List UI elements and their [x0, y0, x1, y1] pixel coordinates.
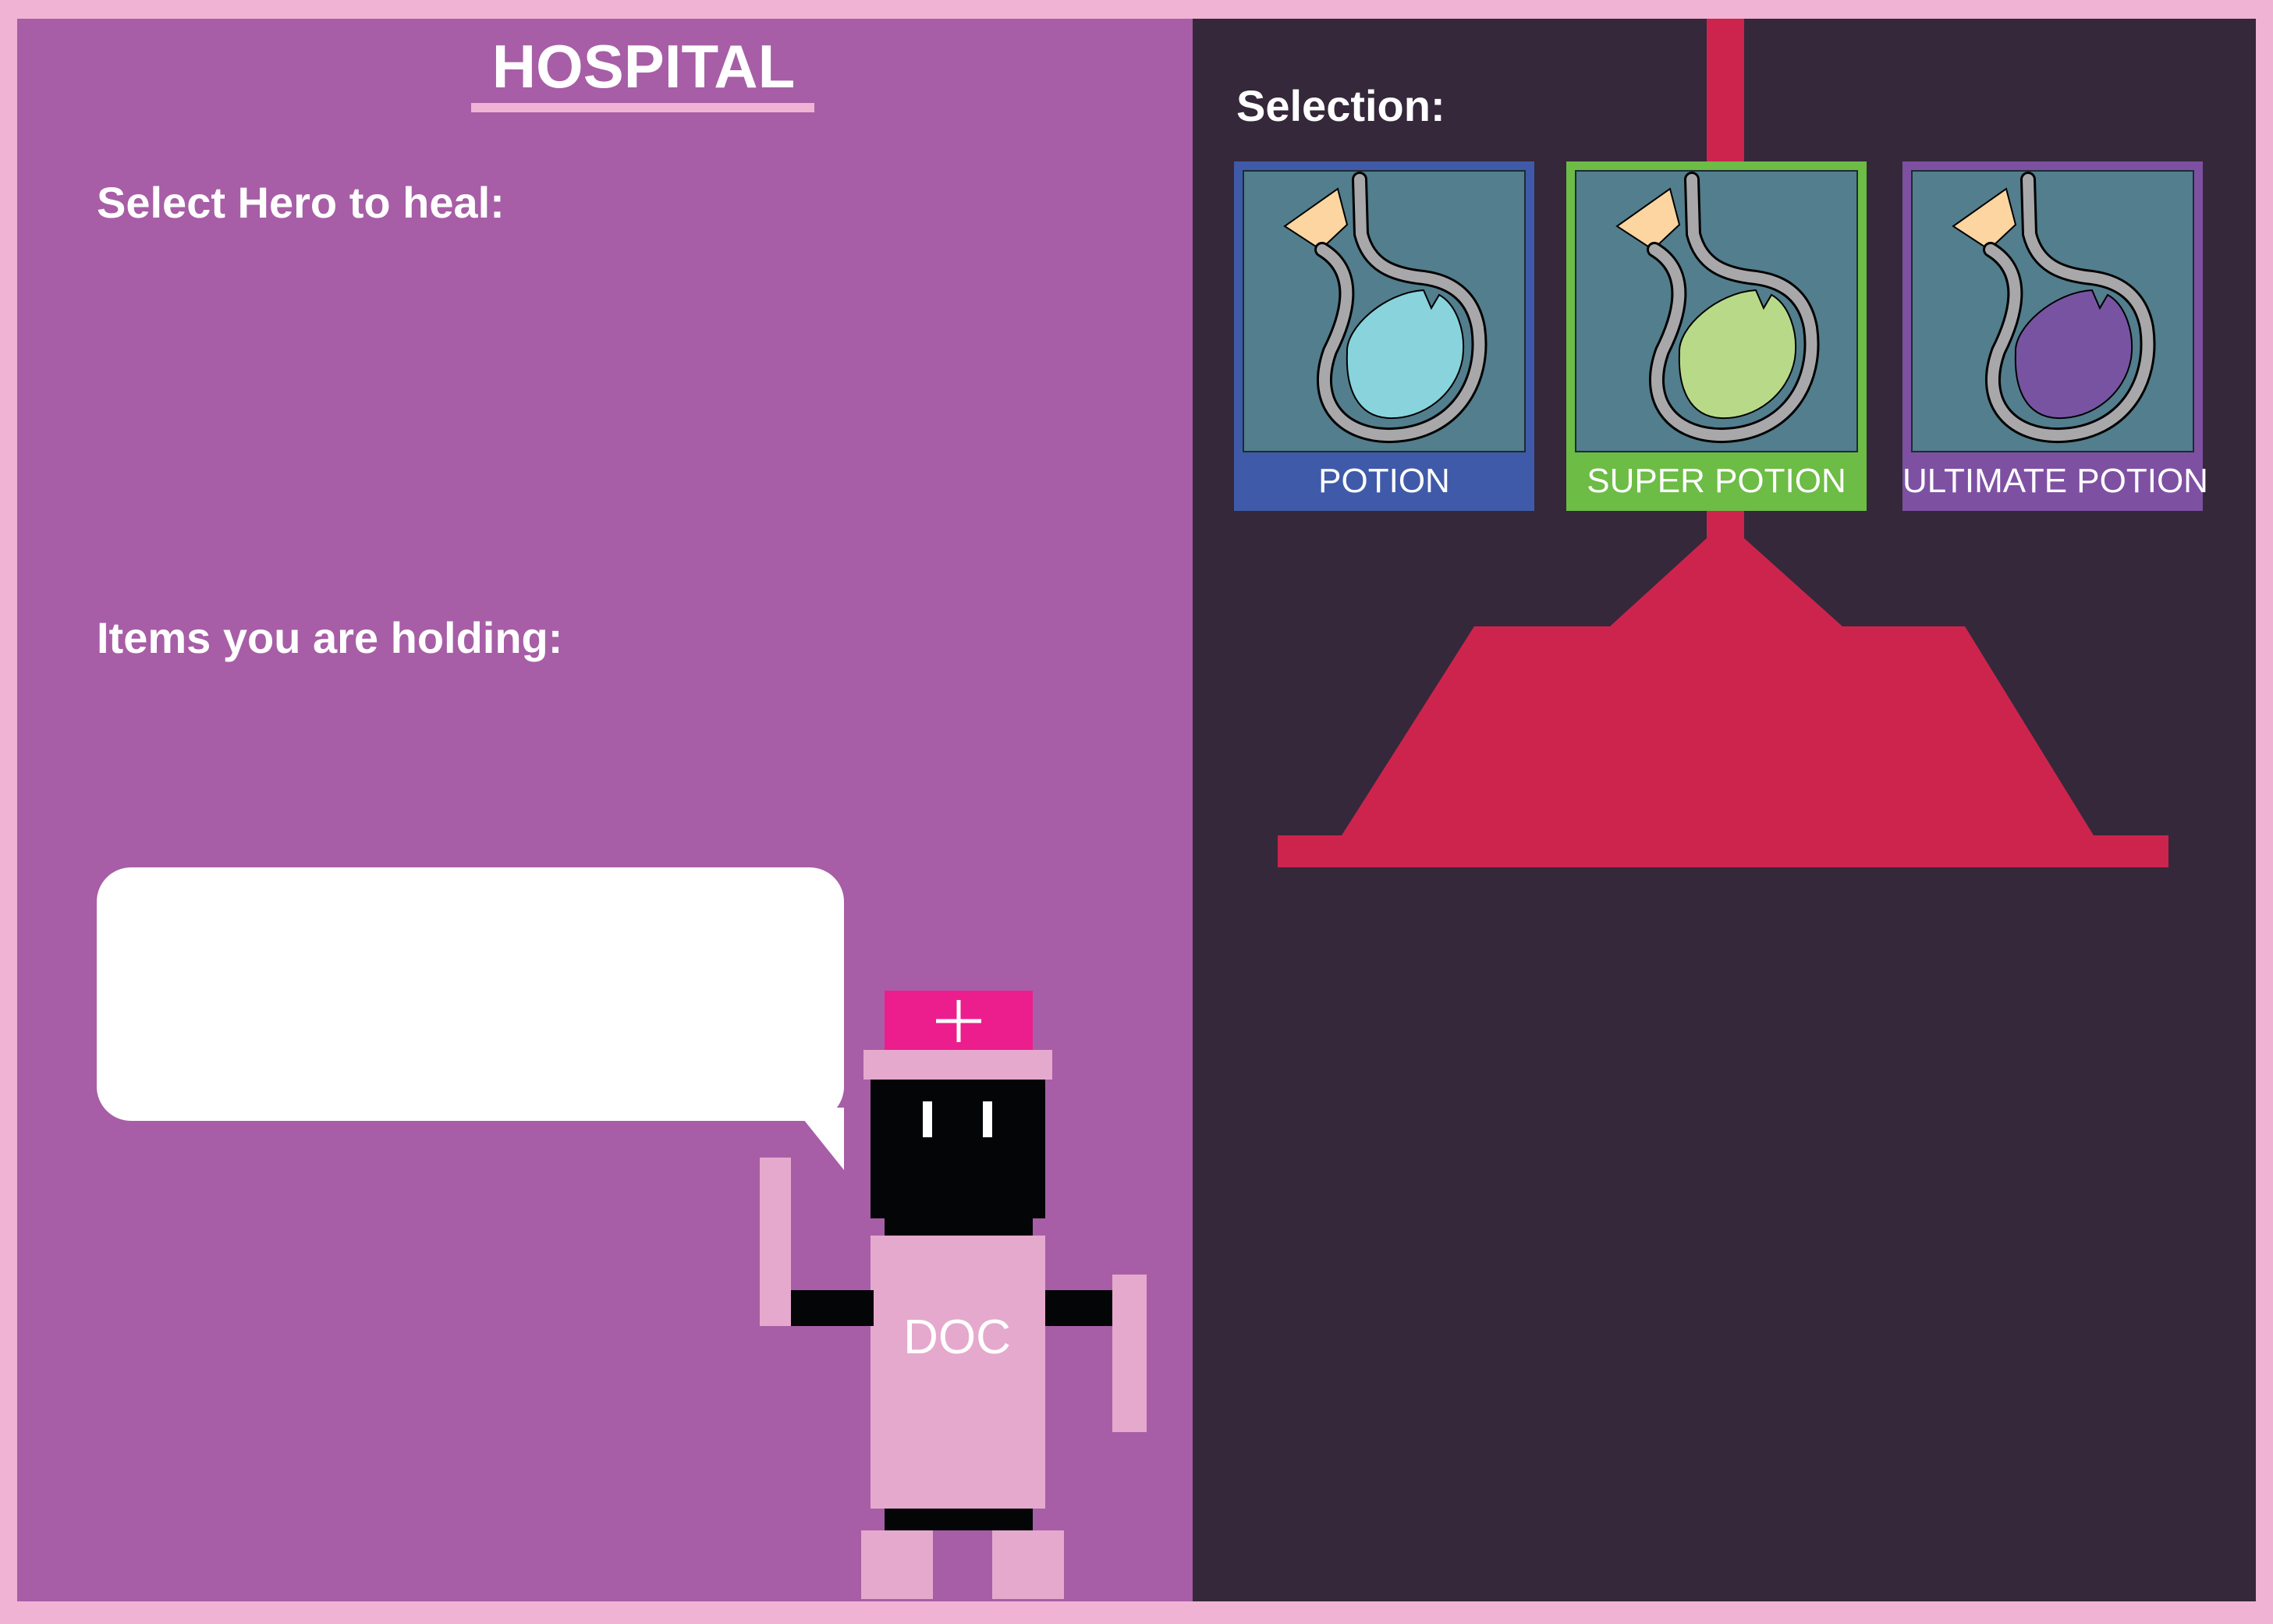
- doc-eye-left: [923, 1101, 932, 1137]
- page-title: HOSPITAL: [491, 32, 796, 101]
- potion-card-1[interactable]: POTION: [1234, 161, 1534, 511]
- selection-label: Selection:: [1236, 81, 1445, 130]
- potion-card-2[interactable]: SUPER POTION: [1566, 161, 1867, 511]
- doc-foot-left: [861, 1530, 933, 1599]
- items-holding-label: Items you are holding:: [97, 613, 563, 662]
- doc-hat-brim: [863, 1050, 1052, 1080]
- potion-label: POTION: [1318, 462, 1450, 500]
- held-items-area[interactable]: [97, 675, 1142, 847]
- doc-head: [871, 1080, 1045, 1218]
- doc-hand-left: [760, 1158, 791, 1326]
- potion-card-3[interactable]: ULTIMATE POTION: [1902, 161, 2208, 511]
- potion-label: ULTIMATE POTION: [1902, 462, 2208, 500]
- doc-body: [871, 1236, 1045, 1509]
- potion-flask-icon: [1615, 172, 1820, 444]
- potion-label: SUPER POTION: [1587, 462, 1846, 500]
- title-underline: [471, 103, 814, 112]
- game-screen: HOSPITAL Select Hero to heal: Items you …: [0, 0, 2273, 1624]
- doc-hand-right: [1112, 1275, 1147, 1432]
- hero-list-area[interactable]: [97, 242, 1142, 601]
- potion-flask-icon: [1952, 172, 2156, 444]
- potion-image-frame: [1243, 170, 1526, 452]
- doc-eye-right: [983, 1101, 992, 1137]
- potion-image-frame: [1911, 170, 2194, 452]
- doc-foot-right: [992, 1530, 1064, 1599]
- doc-arm-left: [791, 1290, 874, 1326]
- potion-image-frame: [1575, 170, 1858, 452]
- speech-bubble: [97, 867, 844, 1121]
- doc-name-label: DOC: [903, 1310, 1011, 1364]
- potion-flask-icon: [1283, 172, 1488, 444]
- doc-character: [760, 991, 1147, 1599]
- select-hero-label: Select Hero to heal:: [97, 178, 505, 227]
